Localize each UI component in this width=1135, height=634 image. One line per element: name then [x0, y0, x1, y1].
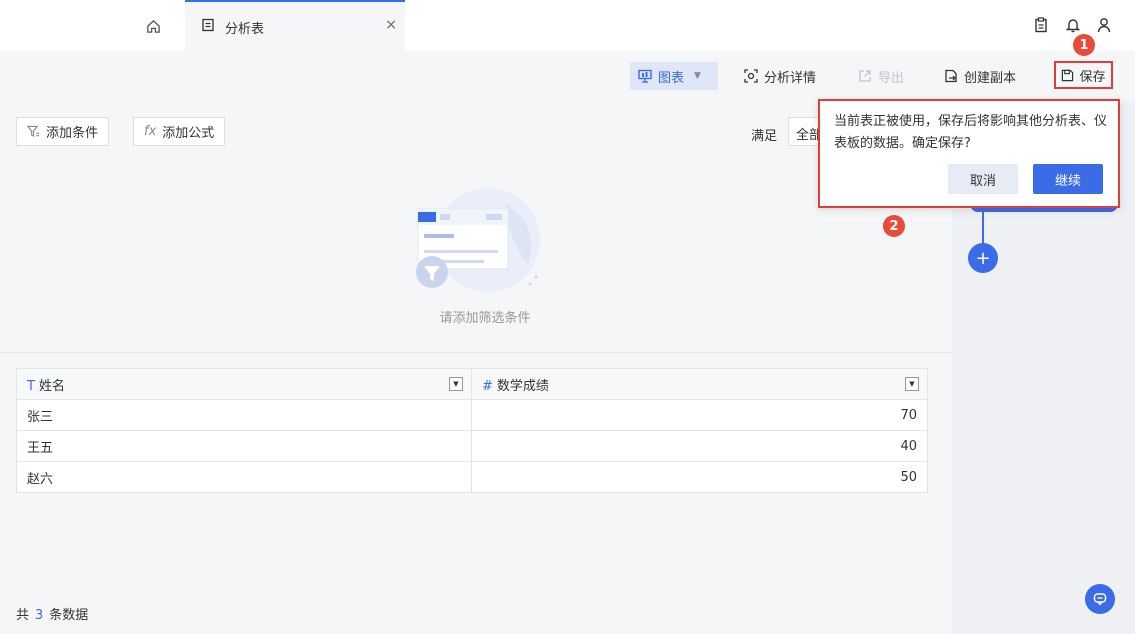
column-dropdown-icon[interactable]: ▼: [905, 377, 919, 391]
top-bar: 分析表 ×: [0, 0, 1135, 51]
cancel-button[interactable]: 取消: [948, 164, 1018, 194]
formula-icon: fx: [144, 124, 157, 139]
add-condition-label: 添加条件: [46, 126, 99, 141]
cell-score: 70: [471, 399, 928, 431]
chart-button-label: 图表: [658, 70, 685, 86]
export-icon: [859, 70, 871, 82]
export-label: 导出: [878, 70, 905, 86]
column-dropdown-icon[interactable]: ▼: [449, 377, 463, 391]
analysis-details-label: 分析详情: [764, 70, 817, 86]
copy-icon: [945, 69, 957, 83]
column-score-label: 数学成绩: [496, 378, 549, 394]
toolbar: 图表 ▼ 分析详情 导出 创建副本: [0, 51, 1135, 102]
tab-analysis-table[interactable]: 分析表 ×: [185, 0, 405, 51]
document-icon: [202, 18, 214, 32]
cell-name: 赵六: [16, 461, 472, 493]
popover-message: 当前表正被使用，保存后将影响其他分析表、仪表板的数据。确定保存?: [834, 114, 1108, 151]
home-icon: [146, 19, 160, 33]
add-step-button[interactable]: +: [968, 243, 998, 273]
add-condition-button[interactable]: 添加条件: [16, 117, 110, 146]
save-confirm-popover: 当前表正被使用，保存后将影响其他分析表、仪表板的数据。确定保存? 取消 继续: [818, 99, 1120, 208]
footer-prefix: 共: [16, 608, 30, 623]
save-icon: [1062, 69, 1074, 81]
chart-button[interactable]: 图表 ▼: [630, 62, 718, 90]
presentation-icon: [638, 69, 652, 83]
scan-icon: [744, 69, 758, 83]
footer-suffix: 条数据: [49, 608, 89, 623]
cell-score: 40: [471, 430, 928, 462]
analysis-details-button[interactable]: 分析详情: [744, 62, 816, 90]
text-type-icon: T: [27, 378, 35, 394]
row-count-footer: 共 3 条数据: [16, 604, 88, 623]
table-row: 赵六 50: [16, 461, 928, 493]
save-button[interactable]: 保存: [1054, 61, 1113, 89]
cell-name: 王五: [16, 430, 472, 462]
home-tab[interactable]: [138, 13, 168, 39]
export-button[interactable]: 导出: [858, 62, 904, 90]
data-table: T 姓名 ▼ # 数学成绩 ▼ 张三 70 王五 40 赵六 50: [16, 368, 928, 493]
footer-count: 3: [35, 608, 44, 623]
tab-close-button[interactable]: ×: [385, 17, 397, 33]
continue-button[interactable]: 继续: [1033, 164, 1103, 194]
duplicate-button[interactable]: 创建副本: [944, 62, 1016, 90]
help-chat-button[interactable]: [1085, 584, 1115, 614]
user-icon[interactable]: [1097, 17, 1111, 33]
add-formula-label: 添加公式: [162, 126, 215, 141]
column-header-name[interactable]: T 姓名 ▼: [16, 368, 472, 400]
table-row: 张三 70: [16, 399, 928, 431]
chat-icon: [1093, 593, 1107, 606]
annotation-badge-2: 2: [883, 215, 905, 237]
column-name-label: 姓名: [38, 378, 65, 394]
annotation-badge-1: 1: [1073, 34, 1095, 56]
cell-score: 50: [471, 461, 928, 493]
filter-icon: [27, 125, 40, 138]
duplicate-label: 创建副本: [964, 70, 1017, 86]
column-header-score[interactable]: # 数学成绩 ▼: [471, 368, 928, 400]
table-header-row: T 姓名 ▼ # 数学成绩 ▼: [16, 368, 928, 400]
table-row: 王五 40: [16, 430, 928, 462]
bell-icon[interactable]: [1066, 17, 1080, 33]
empty-filter-hint: 请添加筛选条件: [439, 311, 531, 326]
number-type-icon: #: [482, 378, 493, 394]
clipboard-icon[interactable]: [1034, 17, 1048, 33]
tab-label: 分析表: [225, 22, 265, 37]
satisfy-label: 满足: [751, 129, 778, 144]
chevron-down-icon: ▼: [694, 71, 701, 81]
flow-connector: [982, 212, 984, 244]
cell-name: 张三: [16, 399, 472, 431]
divider: [0, 352, 952, 353]
save-label: 保存: [1079, 69, 1106, 85]
funnel-icon: [416, 188, 540, 292]
add-formula-button[interactable]: fx 添加公式: [133, 117, 226, 146]
